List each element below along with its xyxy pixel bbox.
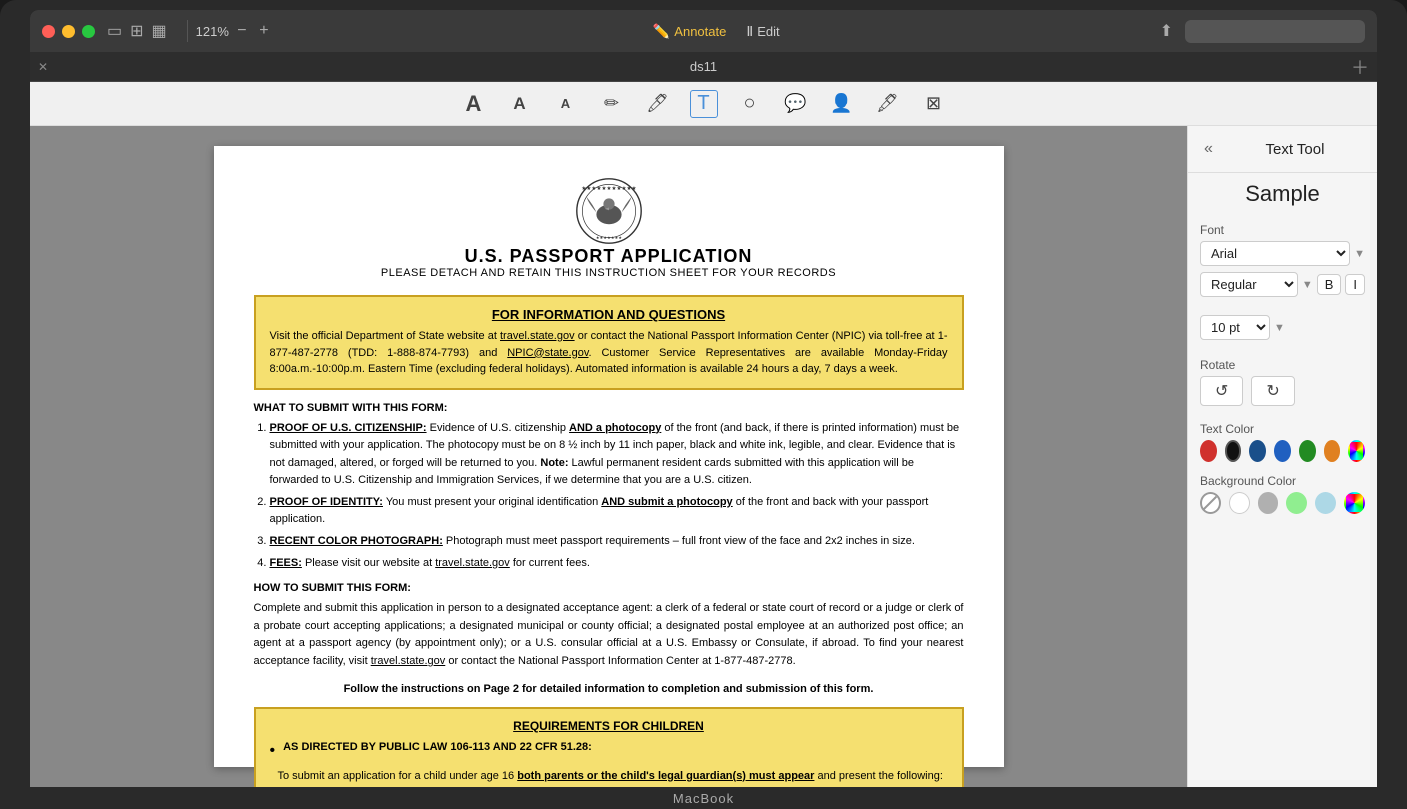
zoom-decrease-button[interactable]: − <box>233 22 251 40</box>
macbook-label: MacBook <box>673 791 734 806</box>
rotate-right-button[interactable]: ↻ <box>1251 376 1294 406</box>
list-item: PROOF OF U.S. CITIZENSHIP: Evidence of U… <box>270 420 964 490</box>
grid-view-icon[interactable]: ⊞ <box>130 21 143 41</box>
svg-text:★★★★★★★★★★★: ★★★★★★★★★★★ <box>581 185 636 192</box>
what-to-submit-list: PROOF OF U.S. CITIZENSHIP: Evidence of U… <box>270 420 964 573</box>
color-rainbow[interactable] <box>1348 440 1365 462</box>
note-tool[interactable]: 💬 <box>782 90 810 118</box>
what-to-submit-title: WHAT TO SUBMIT WITH THIS FORM: <box>254 402 964 414</box>
requirements-bullet: • AS DIRECTED BY PUBLIC LAW 106-113 AND … <box>270 741 948 760</box>
requirements-submit-text: To submit an application for a child und… <box>270 766 948 784</box>
pen-tool[interactable]: 🖋 <box>874 90 902 118</box>
size-section: 10 pt ▼ <box>1188 307 1377 350</box>
search-input[interactable] <box>1185 20 1365 43</box>
size-select[interactable]: 10 pt <box>1200 315 1270 340</box>
list-item: FEES: Please visit our website at travel… <box>270 555 964 573</box>
annotation-toolbar: A A A ✏ 🖊 T ○ 💬 👤 🖋 ⊠ <box>30 82 1377 126</box>
bg-color-row <box>1200 492 1365 514</box>
document-page: ★★★★★★★★★★★ ★★★★★★★ U.S. PASSPORT APPLIC… <box>214 146 1004 767</box>
color-red[interactable] <box>1200 440 1217 462</box>
bg-color-section: Background Color <box>1188 466 1377 518</box>
info-box: FOR INFORMATION AND QUESTIONS Visit the … <box>254 295 964 390</box>
bold-button[interactable]: B <box>1317 274 1342 295</box>
toolbar-separator <box>187 20 188 42</box>
how-to-submit-title: HOW TO SUBMIT THIS FORM: <box>254 582 964 594</box>
traffic-light-fullscreen[interactable] <box>82 25 95 38</box>
panel-icon[interactable]: ▦ <box>152 21 167 41</box>
pencil-tool[interactable]: ✏ <box>598 90 626 118</box>
document-area: ★★★★★★★★★★★ ★★★★★★★ U.S. PASSPORT APPLIC… <box>30 126 1187 787</box>
text-size-small-tool[interactable]: A <box>552 90 580 118</box>
text-color-section: Text Color <box>1188 414 1377 466</box>
traffic-light-close[interactable] <box>42 25 55 38</box>
how-to-submit-section: HOW TO SUBMIT THIS FORM: Complete and su… <box>254 582 964 670</box>
rotate-section: Rotate ↺ ↻ <box>1188 350 1377 414</box>
sample-text: Sample <box>1188 173 1377 215</box>
rotate-label: Rotate <box>1200 358 1365 372</box>
signature-tool[interactable]: 👤 <box>828 90 856 118</box>
bg-color-light-blue[interactable] <box>1315 492 1336 514</box>
bg-color-light-green[interactable] <box>1286 492 1307 514</box>
bg-color-rainbow[interactable] <box>1344 492 1365 514</box>
page-header: ★★★★★★★★★★★ ★★★★★★★ U.S. PASSPORT APPLIC… <box>254 176 964 279</box>
tabbar: ✕ ds11 ＋ <box>30 52 1377 82</box>
font-label: Font <box>1200 223 1365 237</box>
rotate-left-button[interactable]: ↺ <box>1200 376 1243 406</box>
how-to-submit-text: Complete and submit this application in … <box>254 600 964 670</box>
what-to-submit-section: WHAT TO SUBMIT WITH THIS FORM: PROOF OF … <box>254 402 964 573</box>
shape-tool[interactable]: ○ <box>736 90 764 118</box>
zoom-level: 121% <box>196 24 229 39</box>
bg-color-white[interactable] <box>1229 492 1250 514</box>
sidebar-toggle-icon[interactable]: ▭ <box>107 21 122 41</box>
requirements-box: REQUIREMENTS FOR CHILDREN • AS DIRECTED … <box>254 707 964 787</box>
annotate-pencil-icon: ✏️ <box>653 23 670 40</box>
requirements-title: REQUIREMENTS FOR CHILDREN <box>270 719 948 733</box>
highlight-tool[interactable]: 🖊 <box>644 90 672 118</box>
annotate-label: Annotate <box>674 24 726 39</box>
svg-text:★★★★★★★: ★★★★★★★ <box>595 235 622 240</box>
right-panel: « Text Tool Sample Font Arial ▼ Regular <box>1187 126 1377 787</box>
panel-title: Text Tool <box>1221 141 1369 158</box>
list-item: PROOF OF IDENTITY: You must present your… <box>270 494 964 529</box>
bottom-bar: MacBook <box>0 787 1407 809</box>
color-orange[interactable] <box>1324 440 1341 462</box>
bg-color-none[interactable] <box>1200 492 1221 514</box>
font-select[interactable]: Arial <box>1200 241 1350 266</box>
color-black[interactable] <box>1225 440 1242 462</box>
annotate-button[interactable]: ✏️ Annotate <box>653 23 726 40</box>
color-blue[interactable] <box>1274 440 1291 462</box>
follow-instructions: Follow the instructions on Page 2 for de… <box>254 683 964 695</box>
document-subtitle: PLEASE DETACH AND RETAIN THIS INSTRUCTIO… <box>381 267 836 279</box>
edit-cursor-icon: Ⅱ <box>746 23 753 40</box>
text-size-large-tool[interactable]: A <box>460 90 488 118</box>
tab-close-button[interactable]: ✕ <box>38 60 48 74</box>
share-icon[interactable]: ⬆ <box>1160 21 1173 41</box>
text-color-label: Text Color <box>1200 422 1365 436</box>
style-select[interactable]: Regular <box>1200 272 1298 297</box>
font-section: Font Arial ▼ Regular ▼ B I <box>1188 215 1377 307</box>
zoom-increase-button[interactable]: + <box>255 22 273 40</box>
text-insert-tool[interactable]: T <box>690 90 718 118</box>
tab-add-button[interactable]: ＋ <box>1351 54 1369 80</box>
bg-color-label: Background Color <box>1200 474 1365 488</box>
edit-label: Edit <box>757 24 779 39</box>
list-item: RECENT COLOR PHOTOGRAPH: Photograph must… <box>270 533 964 551</box>
panel-expand-button[interactable]: « <box>1196 132 1221 166</box>
bg-color-gray[interactable] <box>1258 492 1279 514</box>
requirements-bullet-text: AS DIRECTED BY PUBLIC LAW 106-113 AND 22… <box>283 741 592 753</box>
traffic-light-minimize[interactable] <box>62 25 75 38</box>
document-title: U.S. PASSPORT APPLICATION <box>465 246 753 267</box>
color-dark-blue[interactable] <box>1249 440 1266 462</box>
government-seal: ★★★★★★★★★★★ ★★★★★★★ <box>574 176 644 246</box>
crop-tool[interactable]: ⊠ <box>920 90 948 118</box>
info-box-title: FOR INFORMATION AND QUESTIONS <box>270 307 948 322</box>
text-color-row <box>1200 440 1365 462</box>
color-green[interactable] <box>1299 440 1316 462</box>
italic-button[interactable]: I <box>1345 274 1365 295</box>
tab-title: ds11 <box>56 59 1351 74</box>
bullet-icon: • <box>270 741 276 760</box>
info-box-text: Visit the official Department of State w… <box>270 328 948 378</box>
edit-button[interactable]: Ⅱ Edit <box>746 23 779 40</box>
text-size-medium-tool[interactable]: A <box>506 90 534 118</box>
